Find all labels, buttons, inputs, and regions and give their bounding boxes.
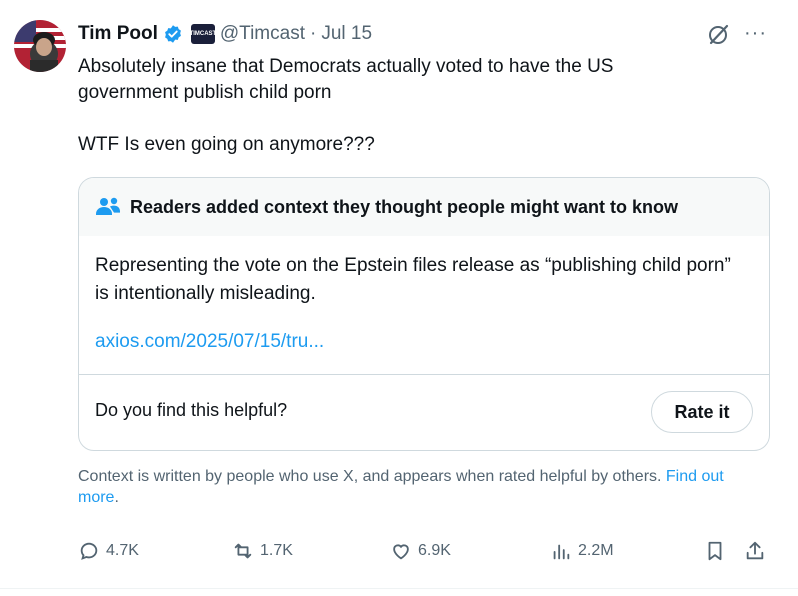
repost-icon	[234, 543, 252, 559]
tweet-header: Tim Pool TIMCAST @Timcast · Jul 15	[78, 21, 372, 47]
reply-icon	[80, 542, 98, 560]
author-name[interactable]: Tim Pool	[78, 23, 158, 45]
repost-count: 1.7K	[260, 542, 293, 559]
like-count: 6.9K	[418, 542, 451, 559]
verified-badge-icon	[164, 25, 181, 43]
footnote-text: Context is written by people who use X, …	[78, 468, 666, 485]
views-button[interactable]: 2.2M	[550, 540, 614, 562]
divider	[0, 588, 798, 589]
separator-dot: ·	[309, 23, 317, 44]
community-note: Readers added context they thought peopl…	[78, 177, 770, 451]
repost-button[interactable]: 1.7K	[232, 540, 293, 562]
avatar[interactable]	[14, 20, 66, 72]
bookmark-icon[interactable]	[704, 540, 726, 562]
tweet-line-1: Absolutely insane that Democrats actuall…	[78, 56, 614, 103]
more-icon[interactable]: ···	[744, 22, 767, 45]
footnote-end: .	[114, 489, 119, 506]
community-note-link[interactable]: axios.com/2025/07/15/tru...	[95, 331, 324, 353]
community-note-body: Representing the vote on the Epstein fil…	[95, 255, 731, 304]
community-note-header: Readers added context they thought peopl…	[79, 178, 769, 236]
tweet-date[interactable]: Jul 15	[321, 23, 372, 45]
author-handle[interactable]: @Timcast	[220, 23, 305, 45]
divider	[79, 374, 769, 375]
reply-button[interactable]: 4.7K	[78, 540, 139, 562]
grok-icon[interactable]	[705, 22, 731, 48]
action-bar: 4.7K 1.7K 6.9K 2.2M	[78, 540, 768, 566]
like-button[interactable]: 6.9K	[390, 540, 451, 562]
avatar-image	[14, 20, 66, 72]
like-icon	[393, 544, 409, 560]
affiliate-badge[interactable]: TIMCAST	[190, 24, 216, 44]
rate-it-button[interactable]: Rate it	[651, 391, 753, 433]
tweet-line-2: WTF Is even going on anymore???	[78, 134, 375, 155]
share-icon[interactable]	[744, 540, 766, 562]
views-icon	[553, 544, 570, 560]
helpful-question: Do you find this helpful?	[95, 400, 288, 420]
reply-count: 4.7K	[106, 542, 139, 559]
views-count: 2.2M	[578, 542, 614, 559]
people-icon	[96, 197, 120, 215]
tweet-text: Absolutely insane that Democrats actuall…	[78, 54, 718, 158]
community-note-title: Readers added context they thought peopl…	[130, 196, 679, 217]
context-footnote: Context is written by people who use X, …	[78, 466, 768, 508]
